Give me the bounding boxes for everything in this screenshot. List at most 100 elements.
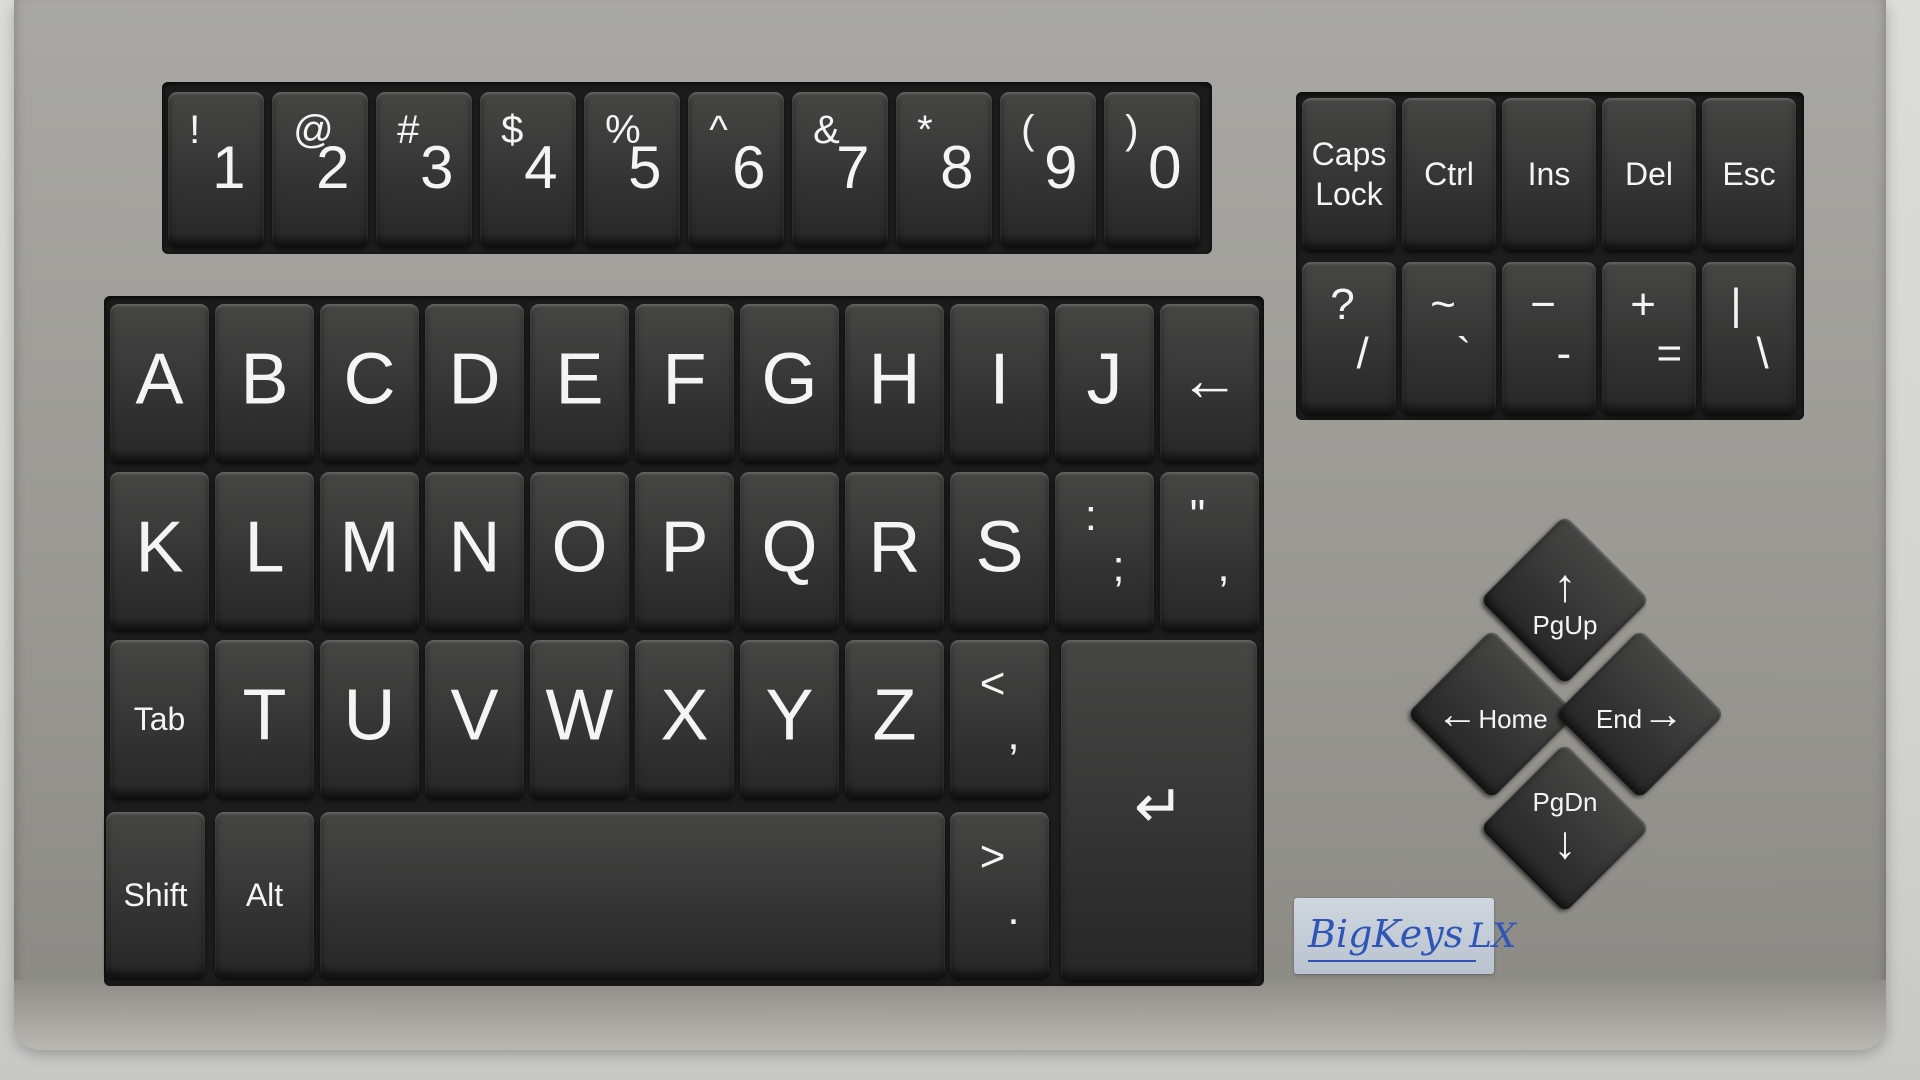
key-label: H — [868, 339, 921, 420]
shift-key[interactable]: Shift — [106, 812, 205, 978]
key-H[interactable]: H — [845, 304, 944, 462]
key-X[interactable]: X — [635, 640, 734, 798]
end-text: End — [1595, 703, 1643, 734]
key-8[interactable]: * 8 — [896, 92, 992, 246]
tab-key[interactable]: Tab — [110, 640, 209, 798]
key-label: W — [545, 675, 614, 756]
alt-key[interactable]: Alt — [215, 812, 314, 978]
key-label: U — [343, 675, 396, 756]
key-D[interactable]: D — [425, 304, 524, 462]
enter-icon: ↵ — [1133, 773, 1185, 840]
key-W[interactable]: W — [530, 640, 629, 798]
symbol-key-0[interactable]: ? / — [1302, 262, 1396, 414]
key-4[interactable]: $4 — [480, 92, 576, 246]
key-label: K — [135, 507, 184, 588]
key-shift-symbol: * — [917, 108, 933, 153]
key-upper-symbol: ? — [1330, 280, 1355, 330]
key-F[interactable]: F — [635, 304, 734, 462]
key-upper-symbol: ~ — [1430, 280, 1456, 330]
key-U[interactable]: U — [320, 640, 419, 798]
key-1[interactable]: ! 1 — [168, 92, 264, 246]
key-2[interactable]: @2 — [272, 92, 368, 246]
key-label: 8 — [940, 134, 974, 202]
key-3[interactable]: #3 — [376, 92, 472, 246]
ins-key[interactable]: Ins — [1502, 98, 1596, 250]
backspace-key[interactable]: ← — [1160, 304, 1259, 462]
key-upper-symbol: | — [1730, 280, 1742, 330]
key-0[interactable]: ) 0 — [1104, 92, 1200, 246]
key-label: 0 — [1148, 134, 1182, 202]
key-Y[interactable]: Y — [740, 640, 839, 798]
brand-underline — [1308, 960, 1476, 962]
esc-key[interactable]: Esc — [1702, 98, 1796, 250]
key-G[interactable]: G — [740, 304, 839, 462]
key-T[interactable]: T — [215, 640, 314, 798]
symbol-key-3[interactable]: + = — [1602, 262, 1696, 414]
symbol-key-2[interactable]: − - — [1502, 262, 1596, 414]
period-key[interactable]: >. — [950, 812, 1049, 978]
key-K[interactable]: K — [110, 472, 209, 630]
enter-key[interactable]: ↵ — [1061, 640, 1257, 980]
key-9[interactable]: (9 — [1000, 92, 1096, 246]
key-label: Esc — [1722, 156, 1776, 192]
key-shift-symbol: ! — [189, 108, 201, 153]
key-label: 1 — [212, 134, 246, 202]
key-P[interactable]: P — [635, 472, 734, 630]
key-shift-symbol: ) — [1125, 108, 1139, 153]
caps-lock-key[interactable]: Caps Lock — [1302, 98, 1396, 250]
semicolon-key[interactable]: :; — [1055, 472, 1154, 630]
key-lower-symbol: \ — [1756, 328, 1769, 378]
up-arrow-icon: ↑ — [1553, 559, 1577, 612]
key-S[interactable]: S — [950, 472, 1049, 630]
key-shift-symbol: ( — [1021, 108, 1035, 153]
key-N[interactable]: N — [425, 472, 524, 630]
key-label: 9 — [1044, 134, 1078, 202]
key-label: 2 — [316, 134, 350, 202]
key-label: I — [989, 339, 1010, 420]
key-lower-symbol: . — [1007, 885, 1020, 935]
key-C[interactable]: C — [320, 304, 419, 462]
space-bar[interactable] — [320, 812, 945, 978]
key-label: D — [448, 339, 501, 420]
brand-name: BigKeys — [1308, 912, 1464, 956]
key-label: Ins — [1527, 156, 1571, 192]
pgdn-key[interactable]: PgDn ↓ — [1480, 743, 1650, 913]
key-R[interactable]: R — [845, 472, 944, 630]
key-label: A — [135, 339, 184, 420]
right-arrow-icon: → — [1642, 689, 1685, 737]
comma-key[interactable]: <, — [950, 640, 1049, 798]
key-M[interactable]: M — [320, 472, 419, 630]
key-Q[interactable]: Q — [740, 472, 839, 630]
key-lower-symbol: ; — [1112, 541, 1125, 591]
key-upper-symbol: + — [1630, 280, 1656, 330]
quote-key[interactable]: ", — [1160, 472, 1259, 630]
key-label: B — [240, 339, 289, 420]
symbol-key-1[interactable]: ~ ` — [1402, 262, 1496, 414]
del-key[interactable]: Del — [1602, 98, 1696, 250]
key-upper-symbol: − — [1530, 280, 1556, 330]
key-label: N — [448, 507, 501, 588]
key-J[interactable]: J — [1055, 304, 1154, 462]
key-O[interactable]: O — [530, 472, 629, 630]
pgdn-label: PgDn — [1532, 787, 1598, 818]
key-V[interactable]: V — [425, 640, 524, 798]
key-L[interactable]: L — [215, 472, 314, 630]
key-I[interactable]: I — [950, 304, 1049, 462]
key-7[interactable]: & 7 — [792, 92, 888, 246]
key-label: 6 — [732, 134, 766, 202]
key-E[interactable]: E — [530, 304, 629, 462]
key-B[interactable]: B — [215, 304, 314, 462]
key-Z[interactable]: Z — [845, 640, 944, 798]
symbol-key-4[interactable]: | \ — [1702, 262, 1796, 414]
ctrl-key[interactable]: Ctrl — [1402, 98, 1496, 250]
key-lower-symbol: , — [1217, 541, 1230, 591]
key-label: Ctrl — [1424, 156, 1474, 192]
key-label: F — [662, 339, 707, 420]
key-6[interactable]: ^ 6 — [688, 92, 784, 246]
key-label: J — [1086, 339, 1123, 420]
brand-logo: BigKeys LX — [1308, 912, 1516, 956]
key-A[interactable]: A — [110, 304, 209, 462]
key-label: Del — [1624, 156, 1673, 192]
key-5[interactable]: % 5 — [584, 92, 680, 246]
pgup-label: PgUp — [1532, 610, 1598, 640]
